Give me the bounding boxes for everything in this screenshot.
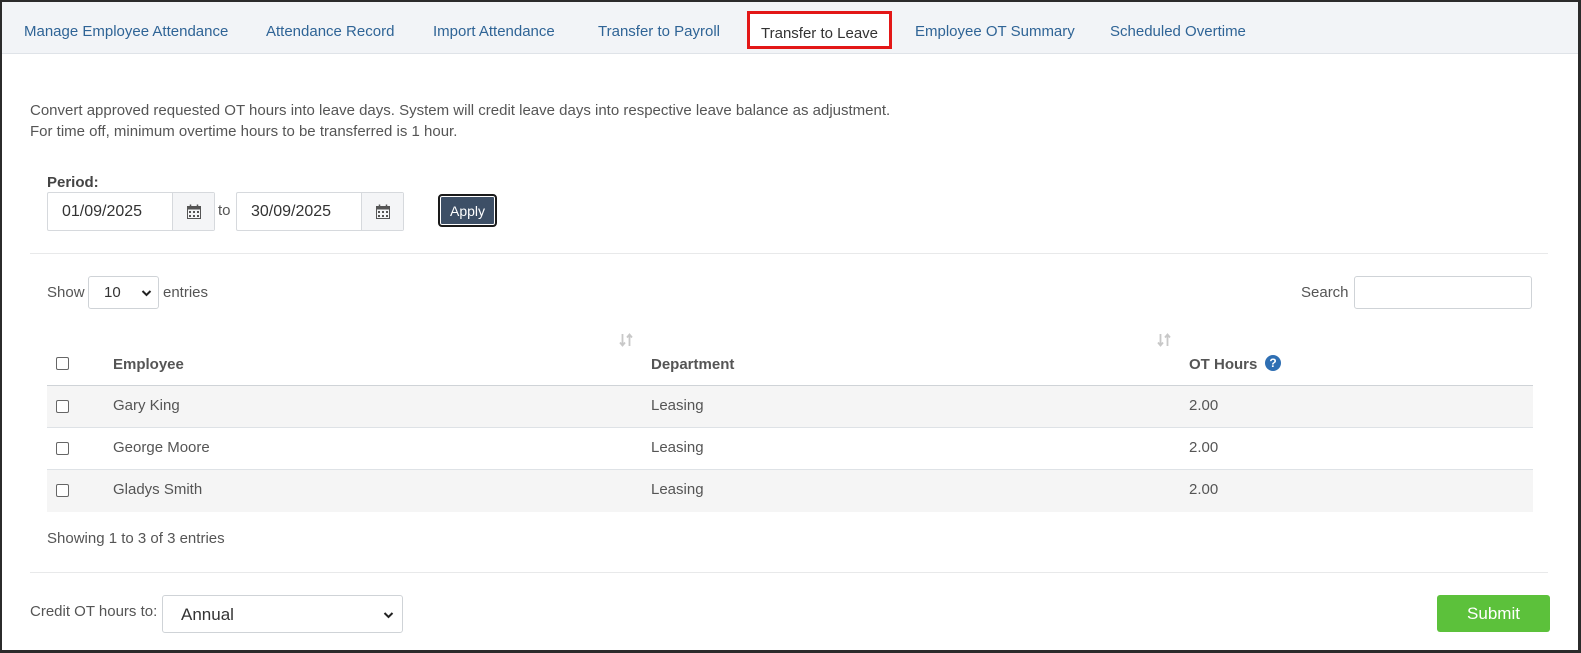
chevron-down-icon [141,286,152,303]
department-cell: Leasing [651,481,704,498]
table-info: Showing 1 to 3 of 3 entries [47,530,225,547]
tab-attendance-record[interactable]: Attendance Record [266,2,394,54]
entries-per-page-select[interactable]: 10 [88,276,159,309]
employee-cell: Gary King [113,397,180,414]
credit-leave-type-value: Annual [181,605,234,624]
entries-label: entries [163,284,209,301]
sort-icon[interactable] [1157,332,1171,352]
svg-text:?: ? [1269,356,1276,370]
column-header-employee[interactable]: Employee [113,356,184,373]
table-row[interactable]: Gary King Leasing 2.00 [47,386,1533,428]
ot-hours-cell: 2.00 [1189,397,1219,414]
period-to-field[interactable]: 30/09/2025 [236,192,404,231]
apply-button[interactable]: Apply [438,194,497,227]
divider [30,572,1548,573]
column-header-department[interactable]: Department [651,356,734,373]
tab-transfer-to-leave[interactable]: Transfer to Leave [747,11,893,49]
department-cell: Leasing [651,439,704,456]
tab-bar: Manage Employee Attendance Attendance Re… [2,2,1578,54]
calendar-icon[interactable] [361,193,403,230]
ot-hours-cell: 2.00 [1189,439,1219,456]
chevron-down-icon [383,608,394,625]
row-checkbox[interactable] [56,442,69,455]
period-from-field[interactable]: 01/09/2025 [47,192,215,231]
employee-cell: Gladys Smith [113,481,203,498]
tab-manage-employee-attendance[interactable]: Manage Employee Attendance [24,2,228,54]
submit-button[interactable]: Submit [1437,595,1550,632]
period-to-value[interactable]: 30/09/2025 [251,193,331,230]
period-label: Period: [47,174,99,191]
page-frame: Manage Employee Attendance Attendance Re… [0,0,1581,653]
sort-icon[interactable] [619,332,633,352]
help-icon[interactable]: ? [1264,355,1281,375]
credit-ot-label: Credit OT hours to: [30,603,158,620]
show-label: Show [47,284,85,301]
calendar-icon[interactable] [172,193,214,230]
table-row[interactable]: Gladys Smith Leasing 2.00 [47,470,1533,512]
description: Convert approved requested OT hours into… [30,100,890,142]
search-input[interactable] [1354,276,1532,309]
ot-hours-header-label: OT Hours [1189,356,1258,373]
column-header-ot-hours[interactable]: OT Hours ? [1189,355,1281,375]
period-from-value[interactable]: 01/09/2025 [62,193,142,230]
description-line-1: Convert approved requested OT hours into… [30,102,891,119]
row-checkbox[interactable] [56,400,69,413]
tab-employee-ot-summary[interactable]: Employee OT Summary [915,2,1075,54]
description-line-2: For time off, minimum overtime hours to … [30,123,458,140]
period-to-label: to [218,202,231,219]
ot-hours-cell: 2.00 [1189,481,1219,498]
tab-scheduled-overtime[interactable]: Scheduled Overtime [1110,2,1246,54]
divider [30,253,1548,254]
tab-import-attendance[interactable]: Import Attendance [433,2,555,54]
credit-leave-type-select[interactable]: Annual [162,595,403,633]
search-label: Search [1301,284,1349,301]
select-all-checkbox[interactable] [56,357,69,370]
department-cell: Leasing [651,397,704,414]
row-checkbox[interactable] [56,484,69,497]
table-row[interactable]: George Moore Leasing 2.00 [47,428,1533,470]
tab-transfer-to-payroll[interactable]: Transfer to Payroll [598,2,720,54]
entries-per-page-value: 10 [104,284,121,301]
employee-cell: George Moore [113,439,210,456]
